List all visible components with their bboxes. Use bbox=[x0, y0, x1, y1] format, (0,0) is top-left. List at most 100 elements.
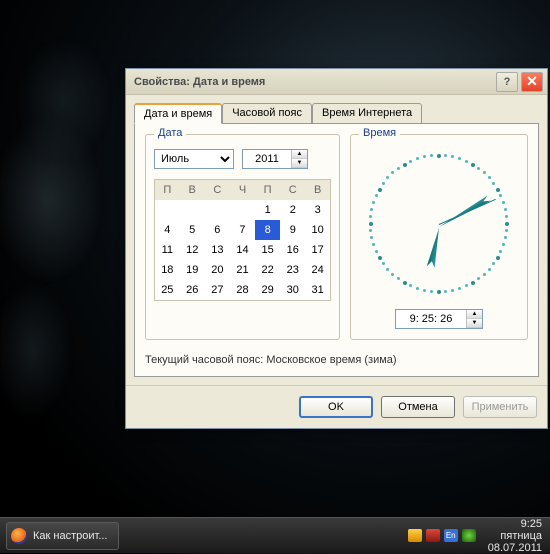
calendar-day[interactable]: 27 bbox=[205, 280, 230, 301]
clock-tick bbox=[502, 243, 505, 246]
calendar-day[interactable]: 18 bbox=[155, 260, 180, 280]
calendar-day[interactable]: 7 bbox=[230, 220, 255, 240]
clock-tick bbox=[423, 289, 426, 292]
clock-tick bbox=[382, 262, 385, 265]
clock-tick bbox=[437, 154, 441, 158]
calendar-day[interactable]: 23 bbox=[280, 260, 305, 280]
calendar-day bbox=[230, 200, 255, 220]
year-input[interactable] bbox=[243, 150, 291, 168]
calendar-day[interactable]: 2 bbox=[280, 200, 305, 220]
clock-tick bbox=[458, 287, 461, 290]
weekday-header: П bbox=[155, 180, 180, 201]
clock-tick bbox=[378, 256, 382, 260]
clock-tick bbox=[483, 171, 486, 174]
clock-tick bbox=[430, 154, 433, 157]
clock-hand-sec bbox=[439, 199, 496, 225]
calendar-day[interactable]: 4 bbox=[155, 220, 180, 240]
taskbar[interactable]: Как настроит... En 9:25 пятница 08.07.20… bbox=[0, 517, 550, 553]
titlebar[interactable]: Свойства: Дата и время ? ✕ bbox=[126, 69, 547, 95]
clock-tick bbox=[403, 163, 407, 167]
clock-tick bbox=[416, 157, 419, 160]
clock-tick bbox=[471, 163, 475, 167]
clock-tick bbox=[444, 290, 447, 293]
calendar-day[interactable]: 22 bbox=[255, 260, 280, 280]
tray-icon-security[interactable] bbox=[426, 529, 440, 542]
taskbar-date: 08.07.2011 bbox=[488, 542, 542, 554]
tab-bar: Дата и время Часовой пояс Время Интернет… bbox=[126, 95, 547, 123]
calendar-day[interactable]: 21 bbox=[230, 260, 255, 280]
calendar-day[interactable]: 29 bbox=[255, 280, 280, 301]
clock-tick bbox=[382, 182, 385, 185]
calendar-day[interactable]: 14 bbox=[230, 240, 255, 260]
year-spinner[interactable]: ▲ ▼ bbox=[242, 149, 308, 169]
calendar-day[interactable]: 3 bbox=[305, 200, 330, 220]
clock-tick bbox=[488, 268, 491, 271]
time-group-label: Время bbox=[359, 127, 400, 139]
calendar-day[interactable]: 19 bbox=[180, 260, 205, 280]
tray-icon-network[interactable] bbox=[462, 529, 476, 542]
clock-tick bbox=[409, 284, 412, 287]
tab-timezone[interactable]: Часовой пояс bbox=[222, 103, 312, 123]
year-up[interactable]: ▲ bbox=[292, 150, 307, 159]
calendar-day bbox=[205, 200, 230, 220]
cancel-button[interactable]: Отмена bbox=[381, 396, 455, 418]
time-spinner[interactable]: ▲ ▼ bbox=[395, 309, 483, 329]
calendar-day[interactable]: 28 bbox=[230, 280, 255, 301]
calendar-day[interactable]: 8 bbox=[255, 220, 280, 240]
calendar-day[interactable]: 30 bbox=[280, 280, 305, 301]
clock-tick bbox=[369, 229, 372, 232]
ok-button[interactable]: OK bbox=[299, 396, 373, 418]
tab-date-time[interactable]: Дата и время bbox=[134, 103, 222, 124]
clock-tick bbox=[496, 256, 500, 260]
clock-tick bbox=[423, 155, 426, 158]
language-indicator[interactable]: En bbox=[444, 529, 458, 542]
calendar-day[interactable]: 24 bbox=[305, 260, 330, 280]
clock-tick bbox=[499, 250, 502, 253]
calendar-day[interactable]: 6 bbox=[205, 220, 230, 240]
time-down[interactable]: ▼ bbox=[467, 319, 482, 328]
calendar-grid[interactable]: ПВСЧПСВ 12345678910111213141516171819202… bbox=[154, 179, 331, 301]
taskbar-clock[interactable]: 9:25 пятница 08.07.2011 bbox=[482, 518, 542, 554]
clock-tick bbox=[504, 236, 507, 239]
calendar-day[interactable]: 26 bbox=[180, 280, 205, 301]
clock-tick bbox=[444, 154, 447, 157]
calendar-day[interactable]: 17 bbox=[305, 240, 330, 260]
calendar-day[interactable]: 25 bbox=[155, 280, 180, 301]
time-up[interactable]: ▲ bbox=[467, 310, 482, 319]
help-button[interactable]: ? bbox=[496, 72, 518, 92]
tray-icon-shield[interactable] bbox=[408, 529, 422, 542]
clock-tick bbox=[465, 284, 468, 287]
calendar-day[interactable]: 5 bbox=[180, 220, 205, 240]
calendar-day[interactable]: 12 bbox=[180, 240, 205, 260]
tab-page: Дата Июль ▲ ▼ ПВСЧПСВ 12345678 bbox=[134, 123, 539, 377]
time-input[interactable] bbox=[396, 310, 466, 328]
clock-tick bbox=[483, 273, 486, 276]
calendar-day[interactable]: 31 bbox=[305, 280, 330, 301]
weekday-header: В bbox=[180, 180, 205, 201]
calendar-day[interactable]: 1 bbox=[255, 200, 280, 220]
analog-clock bbox=[359, 149, 519, 299]
calendar-day[interactable]: 10 bbox=[305, 220, 330, 240]
clock-tick bbox=[505, 222, 509, 226]
clock-tick bbox=[370, 236, 373, 239]
dialog-title: Свойства: Дата и время bbox=[134, 76, 493, 88]
calendar-day[interactable]: 9 bbox=[280, 220, 305, 240]
taskbar-app-button[interactable]: Как настроит... bbox=[6, 522, 119, 550]
clock-tick bbox=[386, 268, 389, 271]
calendar-day[interactable]: 16 bbox=[280, 240, 305, 260]
calendar-day[interactable]: 13 bbox=[205, 240, 230, 260]
month-select[interactable]: Июль bbox=[154, 149, 234, 169]
tab-internet-time[interactable]: Время Интернета bbox=[312, 103, 422, 123]
calendar-day[interactable]: 15 bbox=[255, 240, 280, 260]
taskbar-time: 9:25 bbox=[488, 518, 542, 530]
time-group: Время ▲ ▼ bbox=[350, 134, 528, 340]
clock-tick bbox=[370, 208, 373, 211]
close-button[interactable]: ✕ bbox=[521, 72, 543, 92]
calendar-day[interactable]: 11 bbox=[155, 240, 180, 260]
clock-hand-hour bbox=[427, 227, 443, 268]
calendar-day[interactable]: 20 bbox=[205, 260, 230, 280]
apply-button[interactable]: Применить bbox=[463, 396, 537, 418]
clock-tick bbox=[492, 182, 495, 185]
year-down[interactable]: ▼ bbox=[292, 159, 307, 168]
weekday-header: С bbox=[205, 180, 230, 201]
